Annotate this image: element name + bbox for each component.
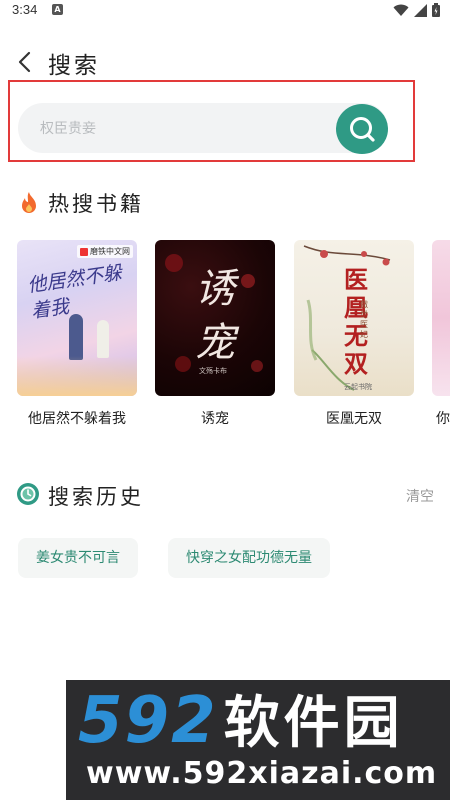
status-bar: 3:34 A: [0, 0, 450, 22]
book-cover: [432, 240, 450, 396]
status-icons: [393, 3, 440, 17]
book-card[interactable]: 医凰无双 傲世医妃 云起书院 医凰无双: [294, 240, 414, 428]
book-title: 他居然不躲着我: [28, 411, 126, 427]
clear-history-button[interactable]: 清空: [406, 486, 434, 506]
cover-illustration: [69, 314, 83, 360]
search-box[interactable]: [18, 103, 388, 155]
notification-icon: A: [52, 4, 63, 15]
search-icon: [350, 117, 375, 142]
wifi-icon: [393, 4, 409, 16]
history-tag[interactable]: 姜女贵不可言: [18, 538, 138, 578]
flame-icon: [22, 192, 36, 213]
hot-books-title: 热搜书籍: [48, 192, 144, 216]
page-title: 搜索: [48, 53, 100, 79]
watermark-url: www.592xiazai.com: [86, 756, 438, 791]
book-cover: 医凰无双 傲世医妃 云起书院: [294, 240, 414, 396]
watermark-logo: 592 软件园: [78, 684, 404, 758]
signal-icon: [414, 3, 427, 17]
hot-books-list: 磨铁中文网 他居然不躲着我 他居然不躲着我 诱宠 文殇卡布 诱宠 医凰无双 傲世…: [0, 240, 450, 440]
book-title: 你: [436, 411, 450, 427]
publisher-badge: 云起书院: [344, 383, 372, 391]
cover-title-art: 诱宠: [195, 266, 235, 366]
book-cover: 磨铁中文网 他居然不躲着我: [17, 240, 137, 396]
watermark-banner: 592 软件园 www.592xiazai.com: [66, 680, 450, 800]
chevron-left-icon: [18, 51, 31, 73]
cover-author: 文殇卡布: [199, 367, 227, 375]
book-card[interactable]: 你: [432, 240, 450, 428]
search-history-title: 搜索历史: [48, 485, 144, 509]
book-title: 诱宠: [201, 411, 229, 427]
publisher-badge: 磨铁中文网: [77, 245, 133, 258]
search-input[interactable]: [38, 103, 342, 155]
cover-subtitle: 傲世医妃: [360, 300, 368, 339]
history-tag[interactable]: 快穿之女配功德无量: [168, 538, 330, 578]
cover-title-art: 医凰无双: [344, 265, 368, 378]
back-button[interactable]: [14, 50, 36, 74]
clock-icon: [17, 483, 39, 505]
book-cover: 诱宠 文殇卡布: [155, 240, 275, 396]
battery-icon: [432, 3, 440, 17]
header: 搜索: [0, 40, 450, 84]
search-button[interactable]: [336, 104, 388, 154]
status-time: 3:34: [12, 2, 38, 17]
book-title: 医凰无双: [326, 411, 382, 427]
book-card[interactable]: 磨铁中文网 他居然不躲着我 他居然不躲着我: [17, 240, 137, 428]
book-card[interactable]: 诱宠 文殇卡布 诱宠: [155, 240, 275, 428]
